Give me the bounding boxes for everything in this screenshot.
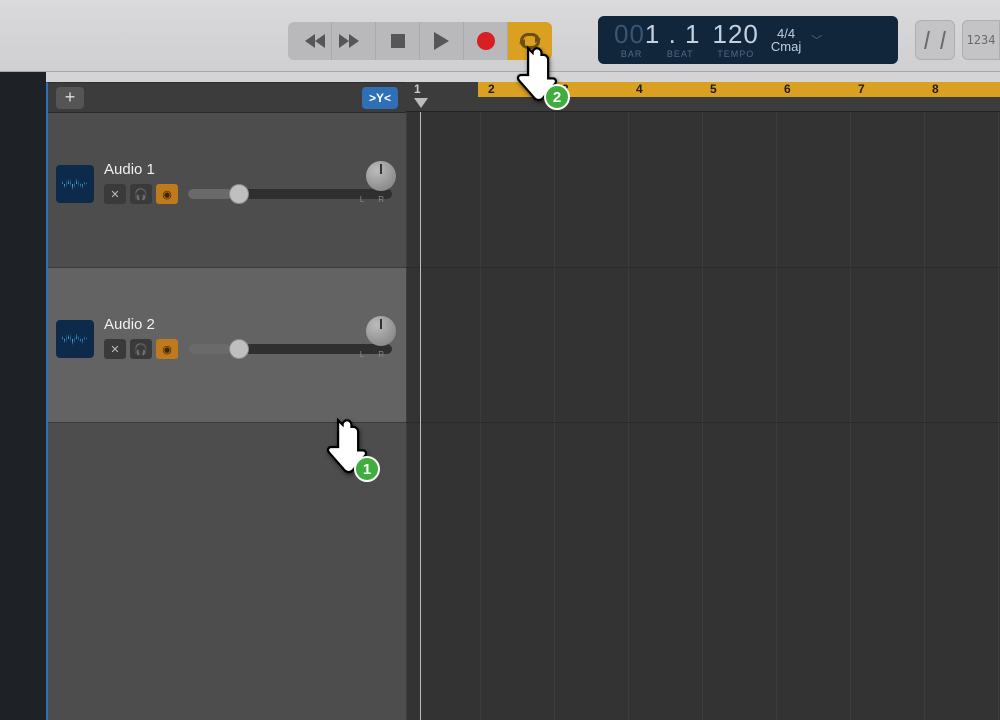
- bar-number: 6: [784, 82, 791, 96]
- count-in-button[interactable]: 1234: [962, 20, 1000, 60]
- volume-thumb[interactable]: [229, 184, 249, 204]
- key-signature[interactable]: Cmaj: [771, 40, 801, 53]
- solo-button[interactable]: 🎧: [130, 339, 152, 359]
- mute-button[interactable]: ✕: [104, 184, 126, 204]
- stop-icon: [391, 34, 405, 48]
- record-icon: [477, 32, 495, 50]
- pan-knob[interactable]: [366, 161, 396, 191]
- arrange-grid[interactable]: [406, 112, 1000, 720]
- add-track-button[interactable]: +: [56, 87, 84, 109]
- playhead-marker[interactable]: [414, 98, 428, 108]
- beat-label: BEAT: [667, 49, 694, 59]
- cycle-button[interactable]: [508, 22, 552, 60]
- bar-number: 5: [710, 82, 717, 96]
- solo-button[interactable]: 🎧: [130, 184, 152, 204]
- filter-icon: >Y<: [369, 91, 391, 105]
- play-button[interactable]: [420, 22, 464, 60]
- track-type-icon: [56, 165, 94, 203]
- lcd-menu-chevron-icon[interactable]: ﹀: [807, 32, 822, 48]
- fast-forward-icon: [349, 34, 359, 48]
- record-button[interactable]: [464, 22, 508, 60]
- track-filter-button[interactable]: >Y<: [362, 87, 398, 109]
- bar-number: 7: [858, 82, 865, 96]
- pan-knob[interactable]: [366, 316, 396, 346]
- track-type-icon: [56, 320, 94, 358]
- track-row[interactable]: Audio 2 ✕ 🎧 ◉ LR: [48, 268, 406, 423]
- track-list-panel: + >Y< Audio 1 ✕ 🎧 ◉ LR Audio 2 ✕ 🎧 ◉: [46, 82, 406, 720]
- rewind-button[interactable]: [288, 22, 332, 60]
- waveform-icon: [62, 332, 88, 346]
- bar-number: 8: [932, 82, 939, 96]
- bar-number: 4: [636, 82, 643, 96]
- ruler[interactable]: 1 2 3 4 5 6 7 8: [406, 82, 1000, 112]
- waveform-icon: [62, 177, 88, 191]
- tuner-button[interactable]: [915, 20, 955, 60]
- position-value: 1 . 1: [645, 19, 701, 49]
- bar-number: 2: [488, 82, 495, 96]
- pan-labels: LR: [360, 195, 398, 204]
- bar-label: BAR: [621, 49, 643, 59]
- tuning-fork-icon: [924, 31, 946, 49]
- forward-button[interactable]: [332, 22, 376, 60]
- track-name[interactable]: Audio 1: [104, 161, 398, 178]
- cycle-icon: [520, 33, 540, 49]
- bar-leading-zeros: 00: [614, 19, 645, 49]
- tempo-value[interactable]: 120: [713, 21, 759, 47]
- transport-controls: [288, 22, 552, 60]
- volume-thumb[interactable]: [229, 339, 249, 359]
- track-list-header: + >Y<: [48, 83, 406, 113]
- track-name[interactable]: Audio 2: [104, 316, 398, 333]
- playhead-line[interactable]: [420, 112, 421, 720]
- input-monitor-button[interactable]: ◉: [156, 339, 178, 359]
- stop-button[interactable]: [376, 22, 420, 60]
- library-sidebar: [0, 72, 46, 720]
- rewind-icon: [305, 34, 315, 48]
- track-row[interactable]: Audio 1 ✕ 🎧 ◉ LR: [48, 113, 406, 268]
- tempo-label: TEMPO: [713, 49, 759, 59]
- bar-number: 3: [562, 82, 569, 96]
- arrange-area[interactable]: 1 2 3 4 5 6 7 8: [406, 82, 1000, 720]
- mute-button[interactable]: ✕: [104, 339, 126, 359]
- count-in-icon: 1234: [967, 33, 996, 47]
- input-monitor-button[interactable]: ◉: [156, 184, 178, 204]
- play-icon: [434, 32, 449, 50]
- toolbar: 001 . 1 BAR BEAT 120 TEMPO 4/4 Cmaj ﹀ 12…: [0, 0, 1000, 72]
- lcd-display[interactable]: 001 . 1 BAR BEAT 120 TEMPO 4/4 Cmaj ﹀: [598, 16, 898, 64]
- pan-labels: LR: [360, 350, 398, 359]
- bar-number: 1: [414, 82, 421, 96]
- cycle-region[interactable]: 2 3 4 5 6 7 8: [478, 82, 1000, 97]
